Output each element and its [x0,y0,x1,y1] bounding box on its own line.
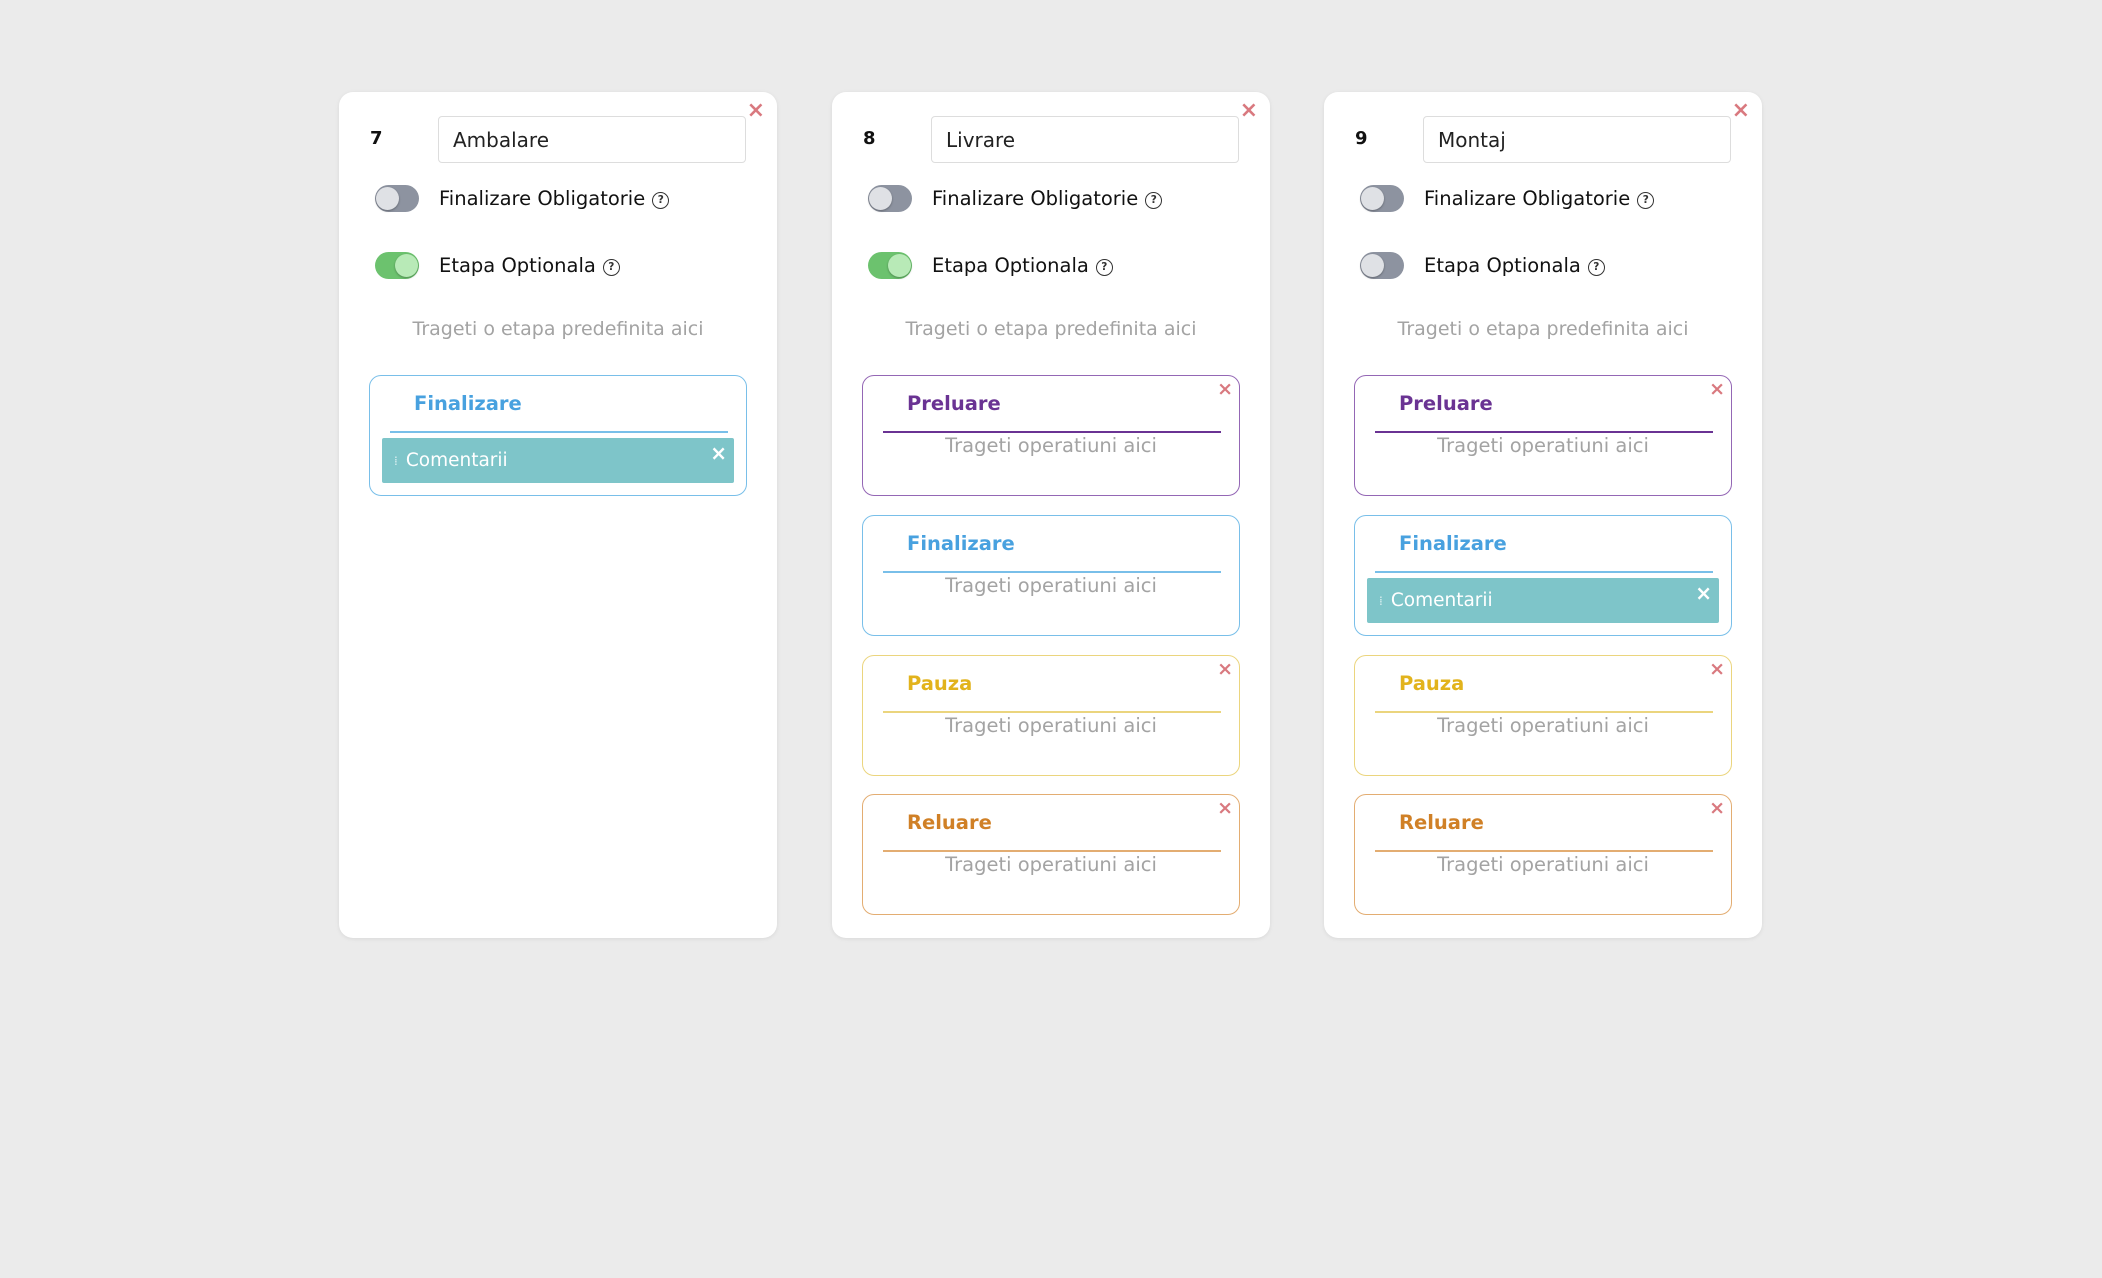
operation-item-label: Comentarii [405,450,508,471]
help-circle-icon[interactable]: ? [602,258,620,276]
operation-group-divider [1375,850,1713,852]
drop-operations-hint: Trageti operatiuni aici [945,574,1157,597]
card-close-icon[interactable]: × [1732,100,1750,122]
drop-operations-hint: Trageti operatiuni aici [1437,714,1649,737]
finalizare-obligatorie-toggle[interactable] [375,184,419,212]
etapa-optionala-row: Etapa Optionala? [1360,250,1605,280]
operation-group-divider [883,711,1221,713]
toggle-knob [395,253,418,277]
etapa-optionala-label: Etapa Optionala? [1424,254,1605,277]
operation-group-title: Reluare [907,811,992,834]
drop-operations-hint: Trageti operatiuni aici [1437,434,1649,457]
stage-card: ×8Finalizare Obligatorie?Etapa Optionala… [832,92,1270,938]
operation-group-divider [390,431,728,433]
etapa-optionala-toggle[interactable] [1360,251,1404,279]
operation-group-finalizare[interactable]: Finalizare Trageti operatiuni aici [862,515,1240,636]
etapa-optionala-row: Etapa Optionala? [868,250,1113,280]
finalizare-obligatorie-row: Finalizare Obligatorie? [1360,183,1655,213]
close-icon[interactable]: × [1709,797,1725,819]
drop-operations-hint: Trageti operatiuni aici [945,434,1157,457]
operation-group-preluare[interactable]: Preluare × Trageti operatiuni aici [1354,375,1732,496]
etapa-optionala-label: Etapa Optionala? [932,254,1113,277]
finalizare-obligatorie-toggle[interactable] [1360,184,1404,212]
operation-group-reluare[interactable]: Reluare × Trageti operatiuni aici [862,794,1240,915]
operation-group-divider [1375,571,1713,573]
operation-group-preluare[interactable]: Preluare × Trageti operatiuni aici [862,375,1240,496]
operation-group-divider [1375,431,1713,433]
finalizare-obligatorie-text: Finalizare Obligatorie [1424,186,1631,210]
stage-name-input[interactable] [931,116,1239,163]
drop-stage-hint: Trageti o etapa predefinita aici [412,318,704,340]
close-icon[interactable]: × [710,441,727,465]
close-icon[interactable]: × [1709,378,1725,400]
operation-group-title: Finalizare [1399,532,1507,555]
operation-group-finalizare[interactable]: Finalizare ⁞ Comentarii × [369,375,747,496]
toggle-knob [888,253,911,277]
operation-group-title: Reluare [1399,811,1484,834]
drop-operations-hint: Trageti operatiuni aici [945,853,1157,876]
operation-item[interactable]: ⁞ Comentarii × [382,438,734,483]
drop-operations-hint: Trageti operatiuni aici [945,714,1157,737]
stage-number: 9 [1355,128,1368,149]
help-circle-icon[interactable]: ? [1095,258,1113,276]
stage-name-input[interactable] [438,116,746,163]
toggle-knob [869,186,892,210]
drop-stage-hint: Trageti o etapa predefinita aici [905,318,1197,340]
toggle-knob [376,186,399,210]
close-icon[interactable]: × [1217,378,1233,400]
operation-item-label: Comentarii [1390,590,1493,611]
finalizare-obligatorie-label: Finalizare Obligatorie? [932,186,1163,210]
operation-group-finalizare[interactable]: Finalizare ⁞ Comentarii × [1354,515,1732,636]
close-icon[interactable]: × [1217,797,1233,819]
etapa-optionala-row: Etapa Optionala? [375,250,620,280]
stage-card: ×9Finalizare Obligatorie?Etapa Optionala… [1324,92,1762,938]
card-close-icon[interactable]: × [1240,100,1258,122]
operation-group-title: Finalizare [414,392,522,415]
stage-number: 8 [863,128,876,149]
operation-group-pauza[interactable]: Pauza × Trageti operatiuni aici [1354,655,1732,776]
close-icon[interactable]: × [1695,581,1712,605]
help-circle-icon[interactable]: ? [1637,191,1655,209]
drop-stage-hint: Trageti o etapa predefinita aici [1397,318,1689,340]
stage-name-input[interactable] [1423,116,1731,163]
finalizare-obligatorie-toggle[interactable] [868,184,912,212]
finalizare-obligatorie-row: Finalizare Obligatorie? [868,183,1163,213]
operation-group-divider [883,431,1221,433]
etapa-optionala-text: Etapa Optionala [1424,253,1581,277]
etapa-optionala-text: Etapa Optionala [932,253,1089,277]
drop-operations-hint: Trageti operatiuni aici [1437,853,1649,876]
operation-group-pauza[interactable]: Pauza × Trageti operatiuni aici [862,655,1240,776]
etapa-optionala-text: Etapa Optionala [439,253,596,277]
toggle-knob [1361,186,1384,210]
operation-group-title: Pauza [1399,672,1465,695]
operation-group-title: Finalizare [907,532,1015,555]
card-close-icon[interactable]: × [747,100,765,122]
operation-group-title: Preluare [907,392,1001,415]
toggle-knob [1361,253,1384,277]
operation-group-reluare[interactable]: Reluare × Trageti operatiuni aici [1354,794,1732,915]
help-circle-icon[interactable]: ? [652,191,670,209]
operation-group-divider [1375,711,1713,713]
operation-group-title: Pauza [907,672,973,695]
etapa-optionala-label: Etapa Optionala? [439,254,620,277]
stage-number: 7 [370,128,383,149]
help-circle-icon[interactable]: ? [1587,258,1605,276]
operation-group-divider [883,571,1221,573]
drag-handle-icon[interactable]: ⁞ [394,454,398,468]
finalizare-obligatorie-row: Finalizare Obligatorie? [375,183,670,213]
finalizare-obligatorie-label: Finalizare Obligatorie? [439,186,670,210]
operation-group-title: Preluare [1399,392,1493,415]
help-circle-icon[interactable]: ? [1145,191,1163,209]
operation-item[interactable]: ⁞ Comentarii × [1367,578,1719,623]
etapa-optionala-toggle[interactable] [868,251,912,279]
close-icon[interactable]: × [1217,658,1233,680]
finalizare-obligatorie-label: Finalizare Obligatorie? [1424,186,1655,210]
stage-card: ×7Finalizare Obligatorie?Etapa Optionala… [339,92,777,938]
drag-handle-icon[interactable]: ⁞ [1379,594,1383,608]
operation-group-divider [883,850,1221,852]
finalizare-obligatorie-text: Finalizare Obligatorie [932,186,1139,210]
etapa-optionala-toggle[interactable] [375,251,419,279]
close-icon[interactable]: × [1709,658,1725,680]
finalizare-obligatorie-text: Finalizare Obligatorie [439,186,646,210]
